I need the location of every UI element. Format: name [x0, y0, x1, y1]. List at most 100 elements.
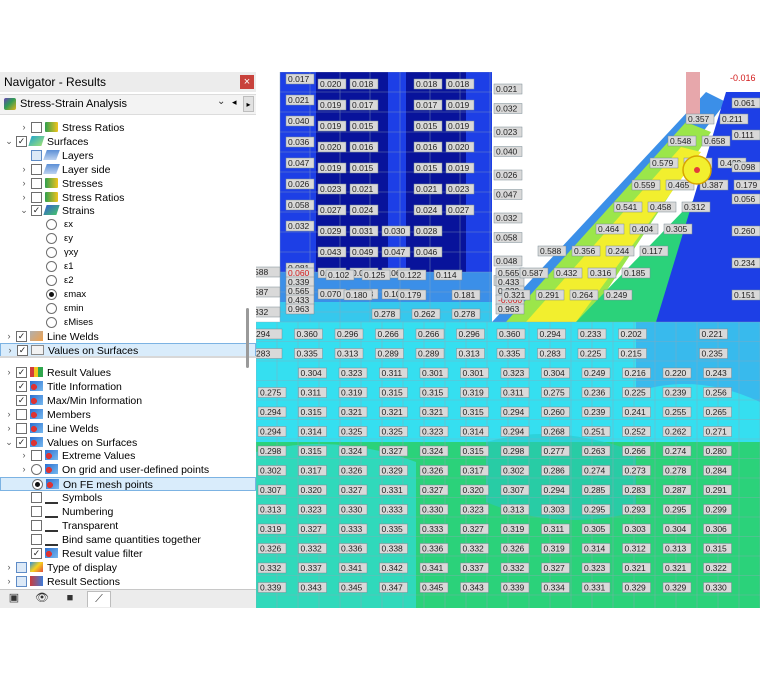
checkbox[interactable] — [16, 408, 27, 420]
checkbox[interactable] — [31, 191, 42, 203]
tree-item[interactable]: › Type of display — [0, 561, 256, 575]
arrow-left-icon[interactable]: ◂ — [232, 97, 237, 108]
tree-item[interactable]: εmax — [0, 288, 256, 302]
checkbox[interactable] — [17, 345, 28, 357]
tree-item[interactable]: ε1 — [0, 260, 256, 274]
checkbox[interactable] — [31, 492, 42, 504]
value-label-text: 0.266 — [418, 329, 440, 339]
expand-icon[interactable]: › — [4, 409, 14, 419]
radio-button[interactable] — [31, 464, 42, 476]
tree-item[interactable]: › Line Welds — [0, 330, 256, 344]
tree-item[interactable]: Layers — [0, 149, 256, 163]
tree-item[interactable]: Result value filter — [0, 547, 256, 561]
checkbox[interactable] — [31, 519, 42, 531]
tree-item[interactable]: Transparent — [0, 519, 256, 533]
checkbox[interactable] — [16, 367, 27, 378]
collapse-icon[interactable]: ⌄ — [4, 437, 14, 448]
tree-item[interactable]: εmin — [0, 302, 256, 316]
tree-item[interactable]: › Extreme Values — [0, 449, 256, 463]
value-label-text: 0.018 — [448, 79, 470, 89]
tree-item[interactable]: Numbering — [0, 505, 256, 519]
surface-result-graphic[interactable]: 0.017 0.020 0.018 0.018 0.018 0.021 0.019 0.017… — [256, 72, 760, 608]
results-tab[interactable]: ⟋ — [87, 591, 111, 607]
checkbox[interactable] — [16, 422, 27, 434]
tree-item[interactable]: Bind same quantities together — [0, 533, 256, 547]
expand-icon[interactable]: › — [19, 164, 29, 174]
collapse-icon[interactable]: ⌄ — [19, 205, 29, 216]
checkbox[interactable] — [16, 575, 27, 587]
checkbox[interactable] — [31, 177, 42, 189]
tree-item[interactable]: εy — [0, 232, 256, 246]
checkbox[interactable] — [16, 394, 27, 406]
data-tab[interactable]: ▣ — [3, 591, 25, 606]
checkbox[interactable] — [31, 547, 42, 559]
tree-scrollbar[interactable] — [246, 308, 249, 368]
checkbox[interactable] — [16, 380, 27, 392]
tree-item[interactable]: Symbols — [0, 491, 256, 505]
results-viewport[interactable]: 0.017 0.020 0.018 0.018 0.018 0.021 0.019 0.017… — [256, 72, 760, 608]
tree-item[interactable]: ⌄ Values on Surfaces — [0, 436, 256, 450]
tree-item[interactable]: ⌄ Strains — [0, 204, 256, 218]
tree-item[interactable]: γxy — [0, 246, 256, 260]
tree-item[interactable]: εMises — [0, 316, 256, 330]
tree-item[interactable]: › Layer side — [0, 163, 256, 177]
chevron-down-icon[interactable]: ⌄ — [217, 96, 225, 107]
close-icon[interactable]: × — [240, 75, 254, 89]
analysis-selector[interactable]: Stress-Strain Analysis ⌄ ◂ ▸ — [0, 94, 256, 115]
tree-item[interactable]: Title Information — [0, 380, 256, 394]
checkbox[interactable] — [31, 163, 42, 175]
views-tab[interactable]: ■ — [59, 591, 81, 606]
checkbox[interactable] — [31, 149, 42, 161]
expand-icon[interactable]: › — [19, 464, 29, 474]
checkbox[interactable] — [31, 533, 42, 545]
expand-icon[interactable]: › — [4, 576, 14, 586]
checkbox[interactable] — [31, 122, 42, 133]
radio-button[interactable] — [46, 233, 57, 245]
tree-item[interactable]: › Stress Ratios — [0, 121, 256, 135]
arrow-right-icon[interactable]: ▸ — [243, 96, 254, 112]
expand-icon[interactable]: › — [4, 331, 14, 341]
tree-item[interactable]: εx — [0, 218, 256, 232]
tree-item[interactable]: › Line Welds — [0, 422, 256, 436]
expand-icon[interactable]: › — [4, 562, 14, 572]
tree-item[interactable]: ε2 — [0, 274, 256, 288]
collapse-icon[interactable]: ⌄ — [4, 136, 14, 147]
radio-button[interactable] — [46, 316, 57, 328]
expand-icon[interactable]: › — [5, 345, 15, 355]
checkbox[interactable] — [16, 436, 27, 448]
expand-icon[interactable]: › — [4, 367, 14, 377]
radio-button[interactable] — [46, 219, 57, 231]
expand-icon[interactable]: › — [4, 423, 14, 433]
radio-button[interactable] — [32, 479, 43, 491]
checkbox[interactable] — [31, 506, 42, 517]
checkbox[interactable] — [31, 450, 42, 462]
radio-button[interactable] — [46, 247, 57, 259]
tree-item[interactable]: On FE mesh points — [0, 477, 256, 492]
radio-button[interactable] — [46, 261, 57, 272]
tree-item[interactable]: › Members — [0, 408, 256, 422]
checkbox[interactable] — [16, 561, 27, 573]
tree-item[interactable]: Max/Min Information — [0, 394, 256, 408]
checkbox[interactable] — [16, 330, 27, 342]
expand-icon[interactable]: › — [19, 450, 29, 460]
checkbox[interactable] — [16, 135, 27, 147]
expand-icon[interactable]: › — [19, 178, 29, 188]
radio-button[interactable] — [46, 302, 57, 314]
radio-button[interactable] — [46, 288, 57, 300]
tree-item[interactable]: › Result Values — [0, 366, 256, 380]
expand-icon[interactable]: › — [19, 122, 29, 132]
mesh-value-label: 0.220 — [662, 367, 692, 379]
radio-button[interactable] — [46, 274, 57, 286]
display-tab[interactable]: 👁 — [31, 591, 53, 606]
value-label-text: 0.323 — [341, 368, 363, 378]
expand-icon[interactable]: › — [19, 192, 29, 202]
tree-item[interactable]: › Stress Ratios — [0, 191, 256, 205]
value-label-text: 0.023 — [448, 184, 470, 194]
tree-item[interactable]: › Stresses — [0, 177, 256, 191]
diag-value-label: 0.548 — [667, 135, 697, 147]
tree-item[interactable]: › On grid and user-defined points — [0, 463, 256, 477]
value-label-text: 0.306 — [706, 524, 728, 534]
checkbox[interactable] — [31, 205, 42, 217]
tree-item[interactable]: › Result Sections — [0, 575, 256, 589]
tree-item[interactable]: ⌄ Surfaces — [0, 135, 256, 149]
